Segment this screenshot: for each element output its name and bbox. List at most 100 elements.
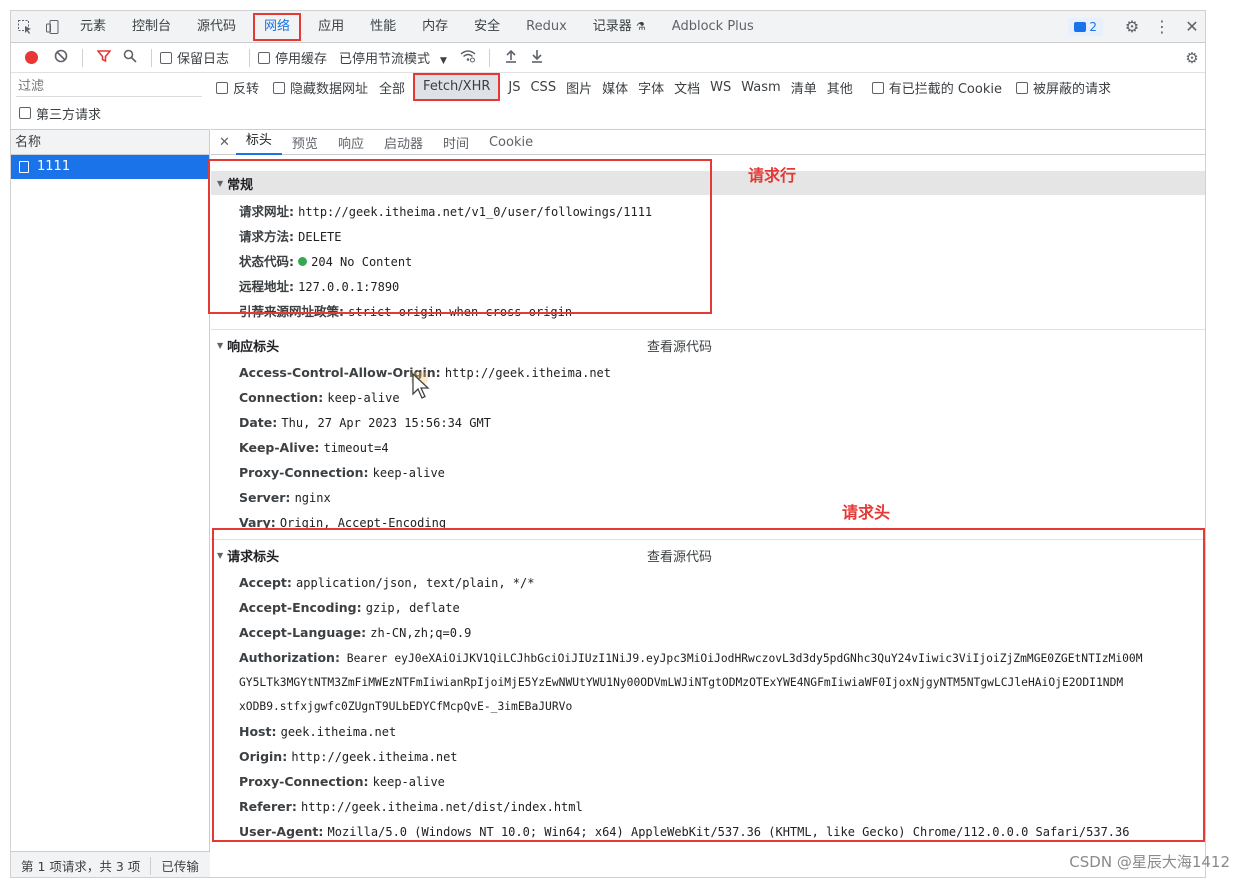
header-value: http://geek.itheima.net/dist/index.html xyxy=(300,800,583,814)
tab-preview[interactable]: 预览 xyxy=(282,133,328,152)
tab-console[interactable]: 控制台 xyxy=(119,11,184,43)
import-har-icon[interactable] xyxy=(498,49,524,67)
tab-performance[interactable]: 性能 xyxy=(357,11,409,43)
disable-cache-checkbox[interactable] xyxy=(258,51,271,64)
header-value: keep-alive xyxy=(372,466,445,480)
filter-type-other[interactable]: 其他 xyxy=(822,78,858,97)
header-value: zh-CN,zh;q=0.9 xyxy=(370,626,472,640)
header-key: Host: xyxy=(239,724,277,739)
throttling-select[interactable]: 已停用节流模式 ▼ xyxy=(339,48,447,67)
blocked-cookies-checkbox[interactable] xyxy=(871,81,884,94)
settings-gear-icon[interactable]: ⚙ xyxy=(1117,17,1147,36)
header-value: geek.itheima.net xyxy=(280,725,397,739)
more-options-icon[interactable]: ⋮ xyxy=(1147,17,1177,36)
header-key: 请求方法: xyxy=(239,229,294,244)
inspect-element-icon[interactable] xyxy=(11,11,39,43)
filter-type-all[interactable]: 全部 xyxy=(374,78,410,97)
response-header-row: Connection: keep-alive xyxy=(239,385,400,410)
header-key: Connection: xyxy=(239,390,324,405)
invert-checkbox[interactable] xyxy=(216,81,228,94)
close-details-icon[interactable]: ✕ xyxy=(219,135,230,150)
close-icon[interactable]: ✕ xyxy=(1177,17,1205,36)
filter-icon[interactable] xyxy=(91,49,117,67)
request-header-authorization: Authorization: Bearer eyJ0eXAiOiJKV1QiLC… xyxy=(239,645,1201,670)
invert-label: 反转 xyxy=(233,81,260,97)
tab-security[interactable]: 安全 xyxy=(461,11,513,43)
response-view-source-link[interactable]: 查看源代码 xyxy=(647,336,712,355)
export-har-icon[interactable] xyxy=(524,49,550,67)
tab-recorder-label: 记录器 xyxy=(592,18,632,34)
general-request-url: 请求网址: http://geek.itheima.net/v1_0/user/… xyxy=(239,199,652,224)
header-value: keep-alive xyxy=(372,775,445,789)
tab-adblock-plus[interactable]: Adblock Plus xyxy=(659,11,767,43)
name-column-header[interactable]: 名称 xyxy=(11,129,209,155)
third-party-checkbox[interactable] xyxy=(19,107,31,119)
details-tab-bar: ✕ 标头 预览 响应 启动器 时间 Cookie xyxy=(211,129,1205,155)
request-header-proxy-connection: Proxy-Connection: keep-alive xyxy=(239,769,445,794)
tab-timing[interactable]: 时间 xyxy=(433,133,479,152)
request-headers-section-header[interactable]: ▼ 请求标头 查看源代码 xyxy=(211,543,1205,567)
header-value: gzip, deflate xyxy=(365,601,460,615)
header-key: User-Agent: xyxy=(239,824,324,839)
blocked-requests-filter[interactable]: 被屏蔽的请求 xyxy=(1015,78,1111,97)
tab-memory[interactable]: 内存 xyxy=(409,11,461,43)
header-value: 127.0.0.1:7890 xyxy=(298,280,400,294)
tab-elements[interactable]: 元素 xyxy=(67,11,119,43)
header-value: DELETE xyxy=(298,230,342,244)
network-settings-gear-icon[interactable]: ⚙ xyxy=(1177,49,1205,67)
header-key: Accept-Language: xyxy=(239,625,367,640)
request-list-panel: 名称 1111 第 1 项请求，共 3 项 已传输 xyxy=(11,129,210,877)
search-icon[interactable] xyxy=(117,49,143,67)
clear-icon[interactable] xyxy=(48,49,74,67)
beaker-icon: ⚗ xyxy=(635,19,646,33)
tab-redux[interactable]: Redux xyxy=(513,11,580,43)
blocked-cookies-filter[interactable]: 有已拦截的 Cookie xyxy=(871,78,1002,97)
blocked-requests-checkbox[interactable] xyxy=(1015,81,1028,94)
request-view-source-link[interactable]: 查看源代码 xyxy=(647,546,712,565)
toolbar-divider xyxy=(151,48,152,67)
tab-network[interactable]: 网络 xyxy=(253,12,302,41)
record-button[interactable] xyxy=(25,51,38,64)
tab-headers[interactable]: 标头 xyxy=(235,129,282,155)
tab-initiator[interactable]: 启动器 xyxy=(374,133,433,152)
filter-type-img[interactable]: 图片 xyxy=(561,78,597,97)
preserve-log-checkbox[interactable] xyxy=(160,51,172,64)
tab-application[interactable]: 应用 xyxy=(305,11,357,43)
request-row-selected[interactable]: 1111 xyxy=(11,155,209,179)
tab-cookies[interactable]: Cookie xyxy=(479,135,543,150)
filter-type-js[interactable]: JS xyxy=(503,80,525,95)
filter-type-font[interactable]: 字体 xyxy=(633,78,669,97)
tab-recorder[interactable]: 记录器 ⚗ xyxy=(580,11,659,43)
header-value: 204 No Content xyxy=(311,255,413,269)
filter-type-ws[interactable]: WS xyxy=(705,80,736,95)
toolbar-divider xyxy=(249,48,251,67)
filter-type-fetch-xhr[interactable]: Fetch/XHR xyxy=(413,73,501,101)
filter-input[interactable] xyxy=(16,77,202,97)
device-toolbar-icon[interactable] xyxy=(39,11,67,43)
general-section-header[interactable]: ▼ 常规 xyxy=(211,171,1205,195)
mouse-cursor-icon xyxy=(411,372,430,399)
filter-type-doc[interactable]: 文档 xyxy=(669,78,705,97)
third-party-filter[interactable]: 第三方请求 xyxy=(19,103,101,123)
tab-response[interactable]: 响应 xyxy=(328,133,374,152)
hide-data-urls-filter[interactable]: 隐藏数据网址 xyxy=(273,78,368,97)
hide-data-urls-checkbox[interactable] xyxy=(273,81,286,94)
filter-type-wasm[interactable]: Wasm xyxy=(736,80,785,95)
request-header-accept-encoding: Accept-Encoding: gzip, deflate xyxy=(239,595,460,620)
issues-badge[interactable]: 2 xyxy=(1068,17,1103,36)
filter-type-css[interactable]: CSS xyxy=(525,80,561,95)
devtools-window: 元素 控制台 源代码 网络 应用 性能 内存 安全 Redux 记录器 ⚗ Ad… xyxy=(10,10,1206,878)
request-header-accept: Accept: application/json, text/plain, */… xyxy=(239,570,534,595)
header-value: Bearer eyJ0eXAiOiJKV1QiLCJhbGciOiJIUzI1N… xyxy=(346,652,1143,665)
general-status-code: 状态代码: 204 No Content xyxy=(239,249,412,274)
tab-sources[interactable]: 源代码 xyxy=(184,11,249,43)
issues-count: 2 xyxy=(1089,19,1097,34)
header-key: 引荐来源网址政策: xyxy=(239,304,344,319)
filter-type-media[interactable]: 媒体 xyxy=(597,78,633,97)
response-headers-section-header[interactable]: ▼ 响应标头 查看源代码 xyxy=(211,333,1205,357)
general-title: 常规 xyxy=(227,177,254,193)
invert-filter[interactable]: 反转 xyxy=(216,78,259,97)
panel-tab-bar: 元素 控制台 源代码 网络 应用 性能 内存 安全 Redux 记录器 ⚗ Ad… xyxy=(11,11,1205,43)
filter-type-manifest[interactable]: 清单 xyxy=(786,78,822,97)
network-conditions-icon[interactable] xyxy=(455,49,481,67)
